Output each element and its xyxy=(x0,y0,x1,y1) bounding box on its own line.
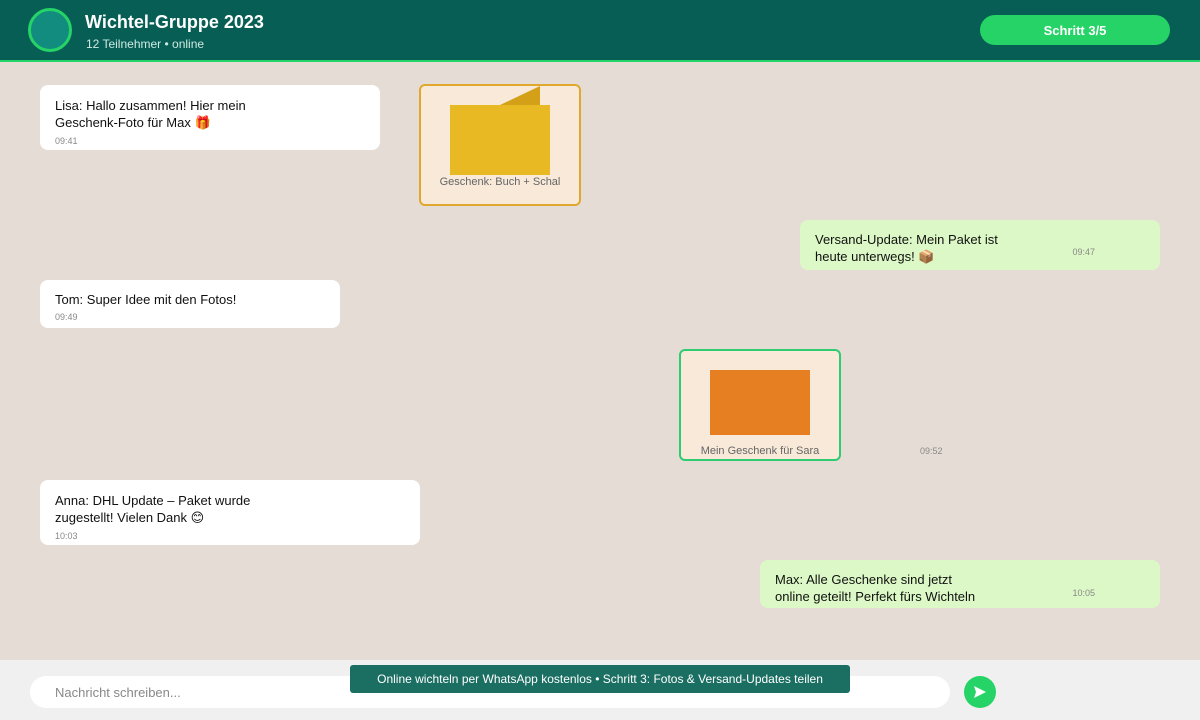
photo-caption: Geschenk: Buch + Schal xyxy=(439,176,561,188)
message-time: 10:03 xyxy=(55,531,78,541)
send-arrow-icon xyxy=(974,686,986,698)
info-banner: Online wichteln per WhatsApp kostenlos •… xyxy=(350,665,850,693)
gift-photo-fill xyxy=(450,105,550,175)
message-bubble[interactable]: Anna: DHL Update – Paket wurde zugestell… xyxy=(40,480,420,545)
message-text: Versand-Update: Mein Paket ist heute unt… xyxy=(815,232,998,264)
message-time: 09:41 xyxy=(55,136,78,146)
message-time: 09:47 xyxy=(1072,247,1095,257)
message-text: Lisa: Hallo zusammen! Hier mein Geschenk… xyxy=(55,98,246,130)
gift-photo-image xyxy=(710,370,810,435)
group-subtitle: 12 Teilnehmer • online xyxy=(86,37,205,51)
group-title[interactable]: Wichtel-Gruppe 2023 xyxy=(85,12,264,33)
message-bubble[interactable]: Max: Alle Geschenke sind jetzt online ge… xyxy=(760,560,1160,608)
group-avatar[interactable] xyxy=(28,8,72,52)
message-bubble[interactable]: Lisa: Hallo zusammen! Hier mein Geschenk… xyxy=(40,85,380,150)
photo-time: 09:52 xyxy=(920,446,943,456)
message-time: 10:05 xyxy=(1072,588,1095,598)
photo-message[interactable]: Geschenk: Buch + Schal xyxy=(419,84,581,206)
photo-caption: Mein Geschenk für Sara xyxy=(700,445,820,457)
message-text: Tom: Super Idee mit den Fotos! xyxy=(55,292,237,307)
gift-photo-fold xyxy=(500,86,540,105)
photo-message[interactable]: Mein Geschenk für Sara xyxy=(679,349,841,461)
step-button[interactable]: Schritt 3/5 xyxy=(980,15,1170,45)
message-time: 09:49 xyxy=(55,312,78,322)
gift-photo-fill xyxy=(710,370,810,435)
message-bubble[interactable]: Versand-Update: Mein Paket ist heute unt… xyxy=(800,220,1160,270)
message-text: Anna: DHL Update – Paket wurde zugestell… xyxy=(55,493,251,525)
message-bubble[interactable]: Tom: Super Idee mit den Fotos! 09:49 xyxy=(40,280,340,328)
chat-header: Wichtel-Gruppe 2023 12 Teilnehmer • onli… xyxy=(0,0,1200,62)
send-button[interactable] xyxy=(964,676,996,708)
